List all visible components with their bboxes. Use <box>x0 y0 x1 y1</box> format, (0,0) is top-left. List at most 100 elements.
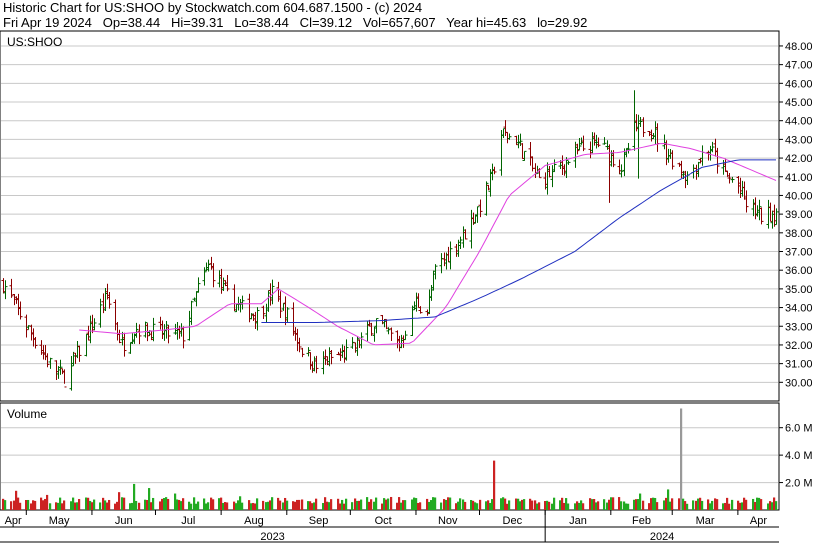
volume-bar <box>544 501 547 510</box>
volume-bar <box>195 503 198 510</box>
volume-bar <box>534 500 537 510</box>
volume-bar <box>360 499 363 510</box>
volume-panel-frame <box>0 402 780 511</box>
month-label: Jun <box>115 515 133 527</box>
volume-bar <box>591 499 594 510</box>
volume-bar <box>307 501 310 510</box>
volume-bar <box>343 503 346 510</box>
volume-bar <box>271 497 274 510</box>
volume-bar <box>595 502 598 510</box>
volume-bar <box>76 502 79 510</box>
volume-bar <box>472 500 475 510</box>
volume-bar <box>546 500 549 510</box>
volume-bar <box>489 502 492 510</box>
volume-bar <box>769 501 772 510</box>
volume-bar <box>413 497 416 510</box>
volume-bar <box>74 502 77 510</box>
volume-bar <box>146 500 149 510</box>
month-label: Jan <box>569 515 587 527</box>
volume-bar <box>322 502 325 510</box>
volume-bar <box>515 498 518 510</box>
volume-bar <box>654 497 657 510</box>
volume-bar <box>2 498 5 510</box>
volume-bar <box>652 497 655 510</box>
volume-bar <box>430 500 433 510</box>
volume-bar <box>618 497 621 510</box>
volume-bar <box>775 501 778 510</box>
volume-bar <box>684 501 687 510</box>
volume-bar <box>339 503 342 510</box>
volume-bar <box>182 498 185 510</box>
volume-bar <box>133 483 136 510</box>
price-tick-label: 33.00 <box>785 321 813 333</box>
volume-bar <box>296 499 299 510</box>
volume-bar <box>500 498 503 510</box>
volume-bar <box>4 500 7 510</box>
volume-bar <box>419 502 422 510</box>
volume-bar <box>356 500 359 510</box>
volume-bar <box>30 503 33 510</box>
volume-bar <box>487 500 490 510</box>
volume-bar <box>118 492 121 510</box>
volume-bar <box>536 503 539 510</box>
volume-bar <box>197 501 200 510</box>
price-axis: 30.00 31.00 32.00 33.00 34.00 35.00 36.00 37.00… <box>779 41 813 389</box>
volume-bar <box>254 503 257 510</box>
volume-bar <box>728 503 731 510</box>
volume-bar <box>642 500 645 510</box>
volume-bar <box>248 500 251 510</box>
volume-bar <box>104 500 107 510</box>
volume-bar <box>663 500 666 510</box>
price-tick-label: 42.00 <box>785 153 813 165</box>
volume-bar <box>188 501 191 510</box>
volume-bar <box>252 502 255 510</box>
volume-bar <box>116 501 119 510</box>
volume-bar <box>711 500 714 510</box>
volume-bar <box>286 500 289 510</box>
stock-chart: 30.00 31.00 32.00 33.00 34.00 35.00 36.00 37.00… <box>0 30 813 543</box>
volume-bar <box>434 497 437 510</box>
volume-bar <box>464 501 467 510</box>
volume-bar <box>220 497 223 510</box>
volume-bar <box>417 502 420 510</box>
volume-bar <box>697 498 700 510</box>
price-tick-label: 36.00 <box>785 265 813 277</box>
volume-bar <box>114 503 117 510</box>
volume-bar <box>78 499 81 510</box>
month-label: May <box>49 515 70 527</box>
volume-bar <box>714 498 717 510</box>
volume-bar <box>233 501 236 510</box>
volume-bar <box>49 503 52 510</box>
volume-bar <box>396 502 399 510</box>
volume-bar <box>455 503 458 510</box>
volume-bar <box>354 498 357 510</box>
volume-bar <box>447 497 450 510</box>
volume-bar <box>561 497 564 510</box>
volume-bar <box>250 503 253 510</box>
volume-bar <box>32 500 35 510</box>
volume-bar <box>551 503 554 510</box>
volume-bar <box>212 499 215 510</box>
price-panel-title: US:SHOO <box>7 35 62 49</box>
volume-bar <box>17 497 20 510</box>
volume-bar <box>726 497 729 510</box>
volume-bar <box>773 497 776 510</box>
volume-bar <box>411 499 414 510</box>
volume-bar <box>686 503 689 510</box>
volume-bar <box>210 497 213 510</box>
volume-bar <box>731 499 734 510</box>
volume-bar <box>623 501 626 510</box>
volume-bar <box>108 499 111 510</box>
volume-bar <box>627 503 630 510</box>
volume-bar <box>55 502 58 510</box>
volume-bar <box>459 498 462 510</box>
volume-bar <box>529 498 532 510</box>
volume-bar <box>470 499 473 510</box>
volume-bar <box>612 497 615 510</box>
volume-bar <box>506 503 509 510</box>
volume-bar <box>754 501 757 510</box>
volume-bar <box>239 496 242 510</box>
volume-bar <box>180 501 183 510</box>
price-tick-label: 47.00 <box>785 60 813 72</box>
volume-bar <box>167 498 170 510</box>
